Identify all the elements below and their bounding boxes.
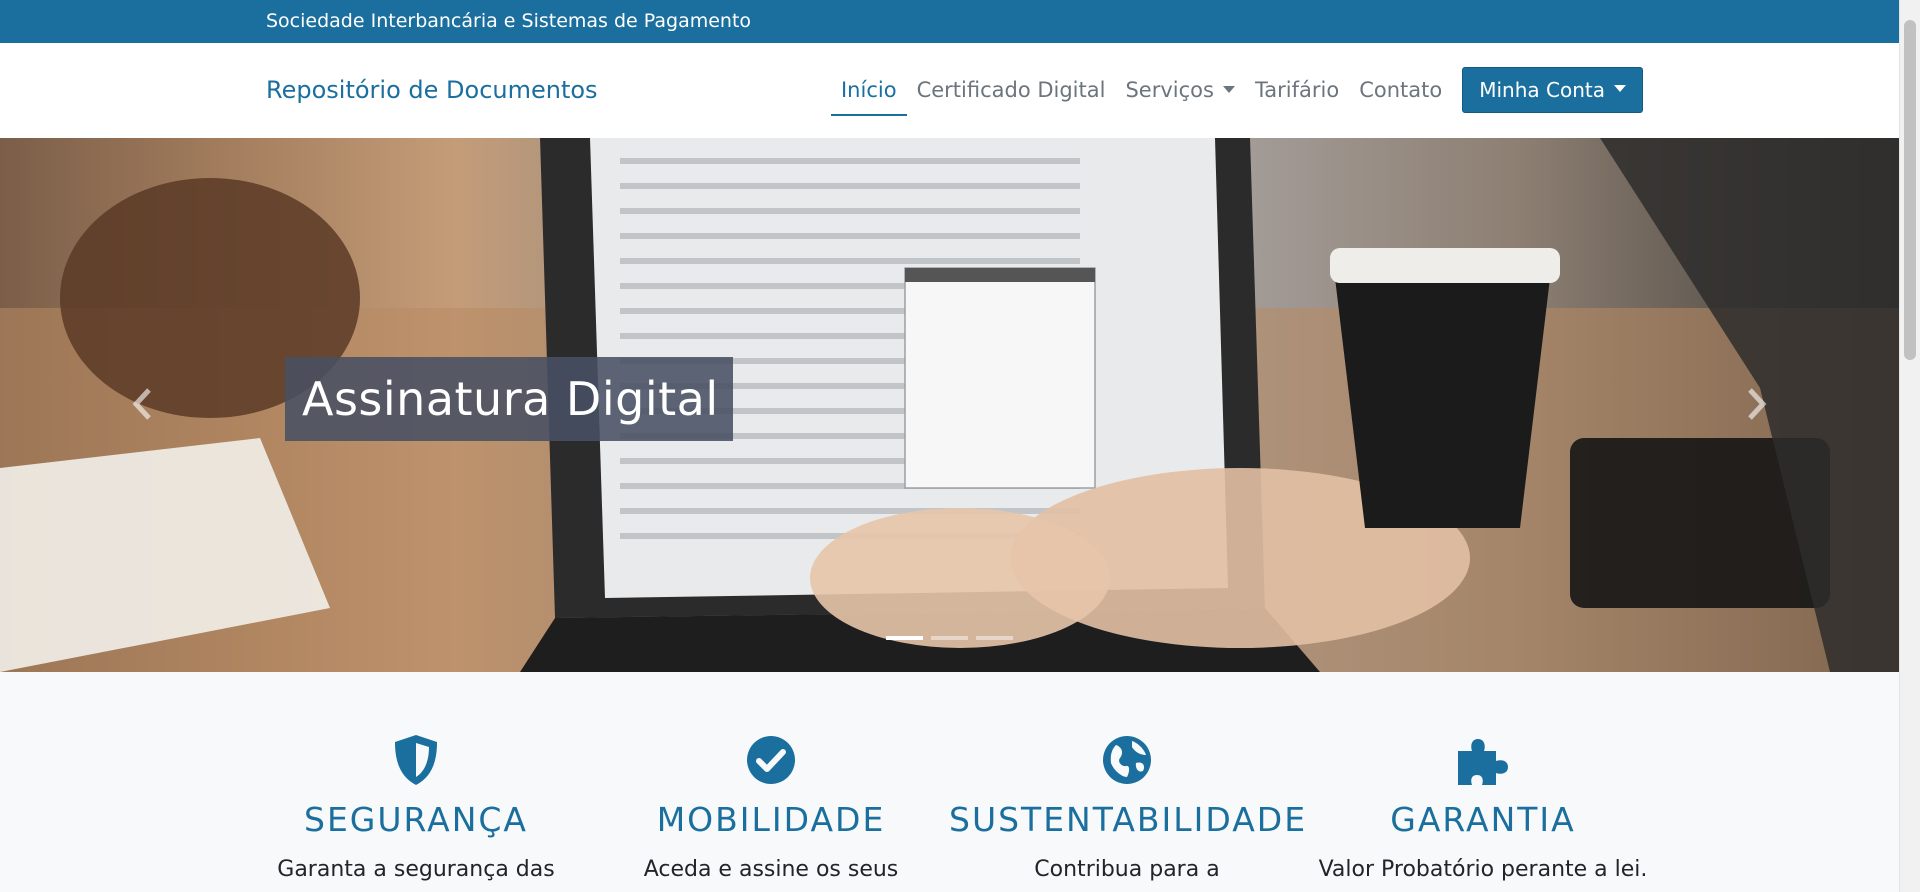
- account-dropdown-button[interactable]: Minha Conta: [1462, 67, 1643, 113]
- account-button-label: Minha Conta: [1479, 78, 1605, 102]
- carousel-next-button[interactable]: [1737, 374, 1777, 434]
- nav-item-inicio[interactable]: Início: [830, 66, 907, 116]
- carousel-indicator-1[interactable]: [886, 636, 923, 640]
- top-bar: Sociedade Interbancária e Sistemas de Pa…: [0, 0, 1899, 43]
- feature-description: Contribua para a: [1034, 857, 1220, 882]
- check-circle-icon: [747, 736, 795, 784]
- feature-title: SEGURANÇA: [304, 800, 528, 839]
- coffee-cup: [1335, 278, 1550, 528]
- compose-window: [904, 267, 1096, 489]
- carousel-indicator-3[interactable]: [976, 636, 1013, 640]
- feature-description: Aceda e assine os seus: [643, 857, 899, 882]
- organization-name: Sociedade Interbancária e Sistemas de Pa…: [266, 10, 752, 32]
- puzzle-icon: [1458, 739, 1508, 785]
- feature-title: MOBILIDADE: [656, 800, 886, 839]
- caret-down-icon: [1614, 84, 1626, 92]
- carousel-indicators: [886, 636, 1013, 640]
- carousel-indicator-2[interactable]: [931, 636, 968, 640]
- chevron-right-icon: [1748, 388, 1767, 420]
- shield-icon: [395, 735, 437, 785]
- hand-center: [810, 508, 1110, 648]
- scrollbar-thumb[interactable]: [1904, 20, 1916, 360]
- caption-title: Assinatura Digital: [302, 372, 719, 426]
- carousel-caption: Assinatura Digital: [285, 357, 733, 441]
- hero-carousel: Assinatura Digital: [0, 138, 1899, 672]
- feature-description: Garanta a segurança das: [277, 857, 555, 882]
- coffee-cup-lid: [1330, 248, 1560, 283]
- carousel-prev-button[interactable]: [122, 374, 162, 434]
- nav-item-contato[interactable]: Contato: [1349, 66, 1452, 114]
- feature-description: Valor Probatório perante a lei.: [1318, 857, 1648, 882]
- nav-item-servicos-label: Serviços: [1125, 78, 1214, 102]
- main-nav: Início Certificado Digital Serviços Tari…: [830, 43, 1643, 137]
- chevron-left-icon: [132, 388, 151, 420]
- feature-title: SUSTENTABILIDADE: [949, 800, 1308, 839]
- features-section: SEGURANÇA Garanta a segurança das MOBILI…: [0, 672, 1899, 892]
- navbar: Repositório de Documentos Início Certifi…: [0, 43, 1899, 139]
- page-scrollbar[interactable]: [1899, 0, 1920, 892]
- nav-item-certificado-digital[interactable]: Certificado Digital: [907, 66, 1116, 114]
- nav-item-servicos-dropdown[interactable]: Serviços: [1115, 66, 1244, 114]
- nav-item-tarifario[interactable]: Tarifário: [1245, 66, 1349, 114]
- page: Sociedade Interbancária e Sistemas de Pa…: [0, 0, 1899, 892]
- feature-title: GARANTIA: [1390, 800, 1576, 839]
- globe-icon: [1103, 736, 1151, 784]
- caret-down-icon: [1222, 85, 1235, 93]
- brand-link[interactable]: Repositório de Documentos: [266, 43, 598, 137]
